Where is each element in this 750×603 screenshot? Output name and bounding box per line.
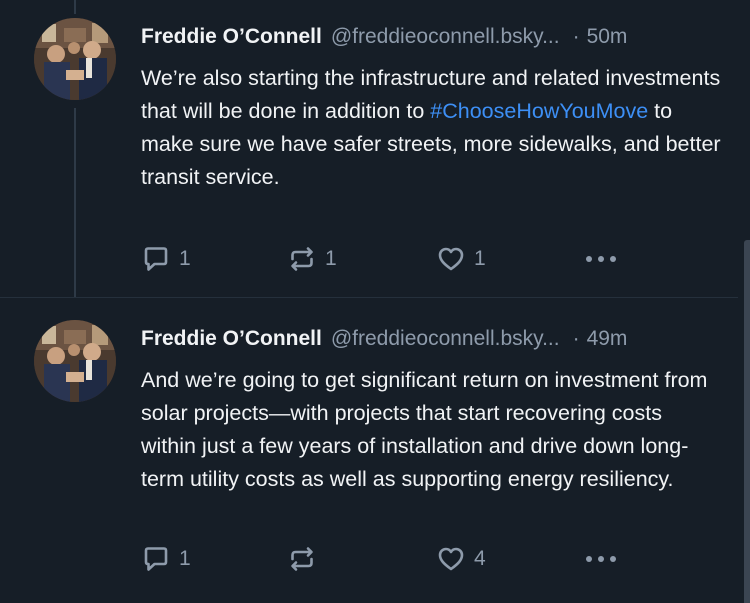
reply-button[interactable]: 1 — [141, 544, 191, 574]
like-button[interactable]: 4 — [436, 544, 486, 574]
repost-icon — [287, 244, 317, 274]
more-icon — [583, 544, 619, 574]
repost-button[interactable]: 1 — [287, 244, 337, 274]
like-count: 1 — [474, 247, 486, 270]
reply-icon — [141, 544, 171, 574]
repost-count: 1 — [325, 247, 337, 270]
reply-button[interactable]: 1 — [141, 244, 191, 274]
author-name[interactable]: Freddie O’Connell — [141, 327, 322, 351]
timestamp[interactable]: 49m — [587, 327, 628, 351]
reply-count: 1 — [179, 547, 191, 570]
reply-count: 1 — [179, 247, 191, 270]
post-header: Freddie O’Connell @freddieoconnell.bsky.… — [141, 25, 721, 53]
post-text: We’re also starting the infrastructure a… — [141, 62, 721, 194]
like-count: 4 — [474, 547, 486, 570]
avatar[interactable] — [34, 320, 116, 402]
post-actions: 1 1 1 — [141, 244, 621, 274]
like-icon — [436, 244, 466, 274]
more-options-button[interactable] — [583, 244, 619, 274]
thread-line-connector — [74, 108, 76, 298]
more-options-button[interactable] — [583, 544, 619, 574]
author-handle[interactable]: @freddieoconnell.bsky... — [331, 25, 560, 49]
post-header: Freddie O’Connell @freddieoconnell.bsky.… — [141, 327, 721, 355]
post-divider — [0, 297, 738, 298]
author-handle[interactable]: @freddieoconnell.bsky... — [331, 327, 560, 351]
repost-icon — [287, 544, 317, 574]
separator: · — [572, 25, 580, 48]
post-text: And we’re going to get significant retur… — [141, 368, 708, 491]
like-button[interactable]: 1 — [436, 244, 486, 274]
hashtag-link[interactable]: #ChooseHowYouMove — [430, 99, 648, 123]
post-actions: 1 4 — [141, 544, 621, 574]
scrollbar[interactable] — [744, 240, 750, 603]
like-icon — [436, 544, 466, 574]
reply-icon — [141, 244, 171, 274]
repost-button[interactable] — [287, 544, 325, 574]
avatar[interactable] — [34, 18, 116, 100]
more-icon — [583, 244, 619, 274]
separator: · — [572, 327, 580, 350]
author-name[interactable]: Freddie O’Connell — [141, 25, 322, 49]
timestamp[interactable]: 50m — [587, 25, 628, 49]
thread-line-top — [74, 0, 76, 14]
